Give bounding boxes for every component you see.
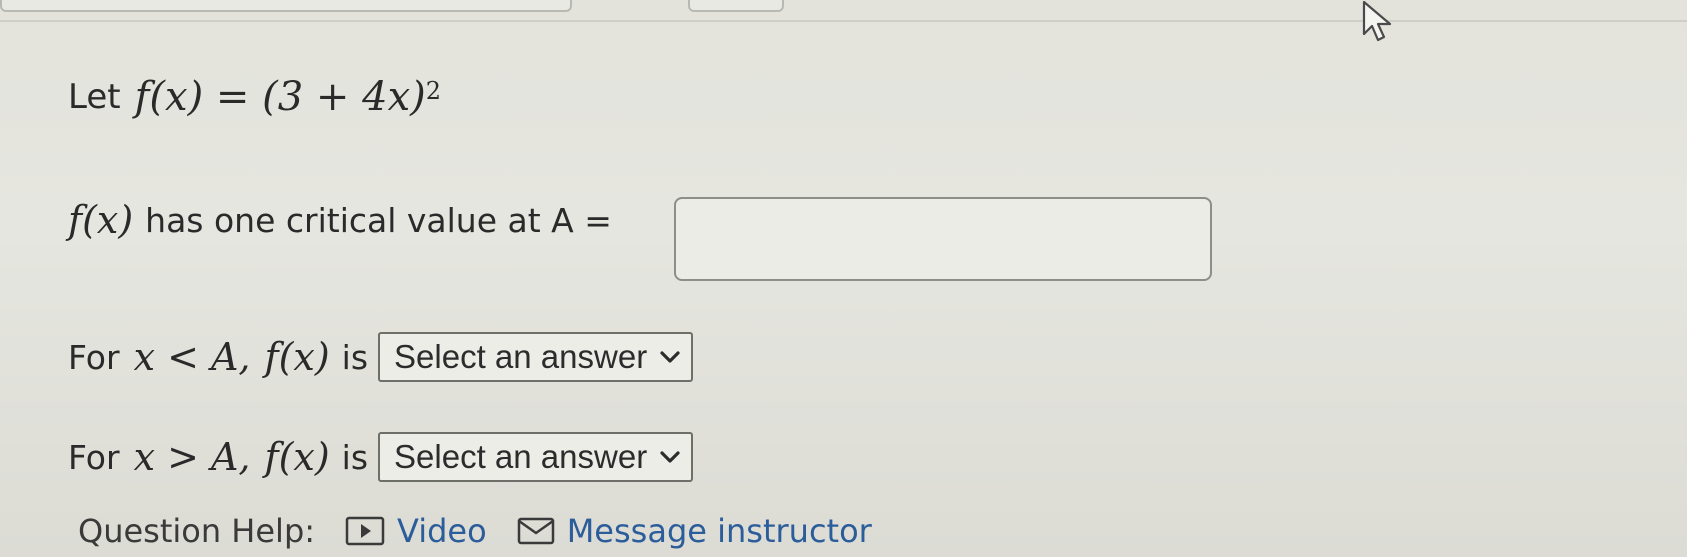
critical-value-text: has one critical value at A = — [145, 200, 612, 240]
video-label: Video — [397, 512, 487, 550]
top-divider — [0, 20, 1687, 22]
mouse-cursor-icon — [1362, 0, 1392, 42]
row-greater-than: For x > A, f(x) is Select an answer — [68, 432, 694, 482]
top-panel-left — [0, 0, 572, 12]
critical-value-prompt: f(x) has one critical value at A = — [68, 198, 612, 242]
function-expression: f(x) = (3 + 4x) — [134, 74, 426, 120]
critical-value-input[interactable] — [674, 197, 1212, 281]
condition-less: x < A, — [133, 335, 251, 379]
message-instructor-link[interactable]: Message instructor — [517, 512, 872, 550]
let-label: Let — [68, 77, 121, 117]
function-definition: Let f(x) = (3 + 4x) 2 — [68, 74, 441, 120]
question-help-label: Question Help: — [78, 512, 316, 550]
chevron-down-icon — [660, 451, 680, 463]
row-less-fx: f(x) — [264, 335, 330, 379]
is-label: is — [341, 337, 369, 377]
video-link[interactable]: Video — [345, 512, 487, 550]
function-exponent: 2 — [425, 77, 442, 105]
chevron-down-icon — [660, 351, 680, 363]
condition-greater: x > A, — [133, 435, 251, 479]
for-label: For — [68, 437, 120, 477]
envelope-icon — [517, 517, 554, 545]
question-help: Question Help: Video Message instructor — [78, 512, 872, 550]
select-value: Select an answer — [394, 438, 648, 475]
is-label: is — [341, 437, 369, 477]
row-less-than: For x < A, f(x) is Select an answer — [68, 332, 694, 382]
row-greater-fx: f(x) — [264, 435, 330, 479]
play-icon — [345, 516, 385, 546]
select-value: Select an answer — [394, 338, 648, 375]
select-behavior-less[interactable]: Select an answer — [378, 332, 694, 382]
select-behavior-greater[interactable]: Select an answer — [378, 432, 694, 482]
for-label: For — [68, 337, 120, 377]
message-instructor-label: Message instructor — [566, 512, 872, 550]
critical-fx: f(x) — [68, 198, 134, 242]
top-panel-right — [688, 0, 784, 12]
